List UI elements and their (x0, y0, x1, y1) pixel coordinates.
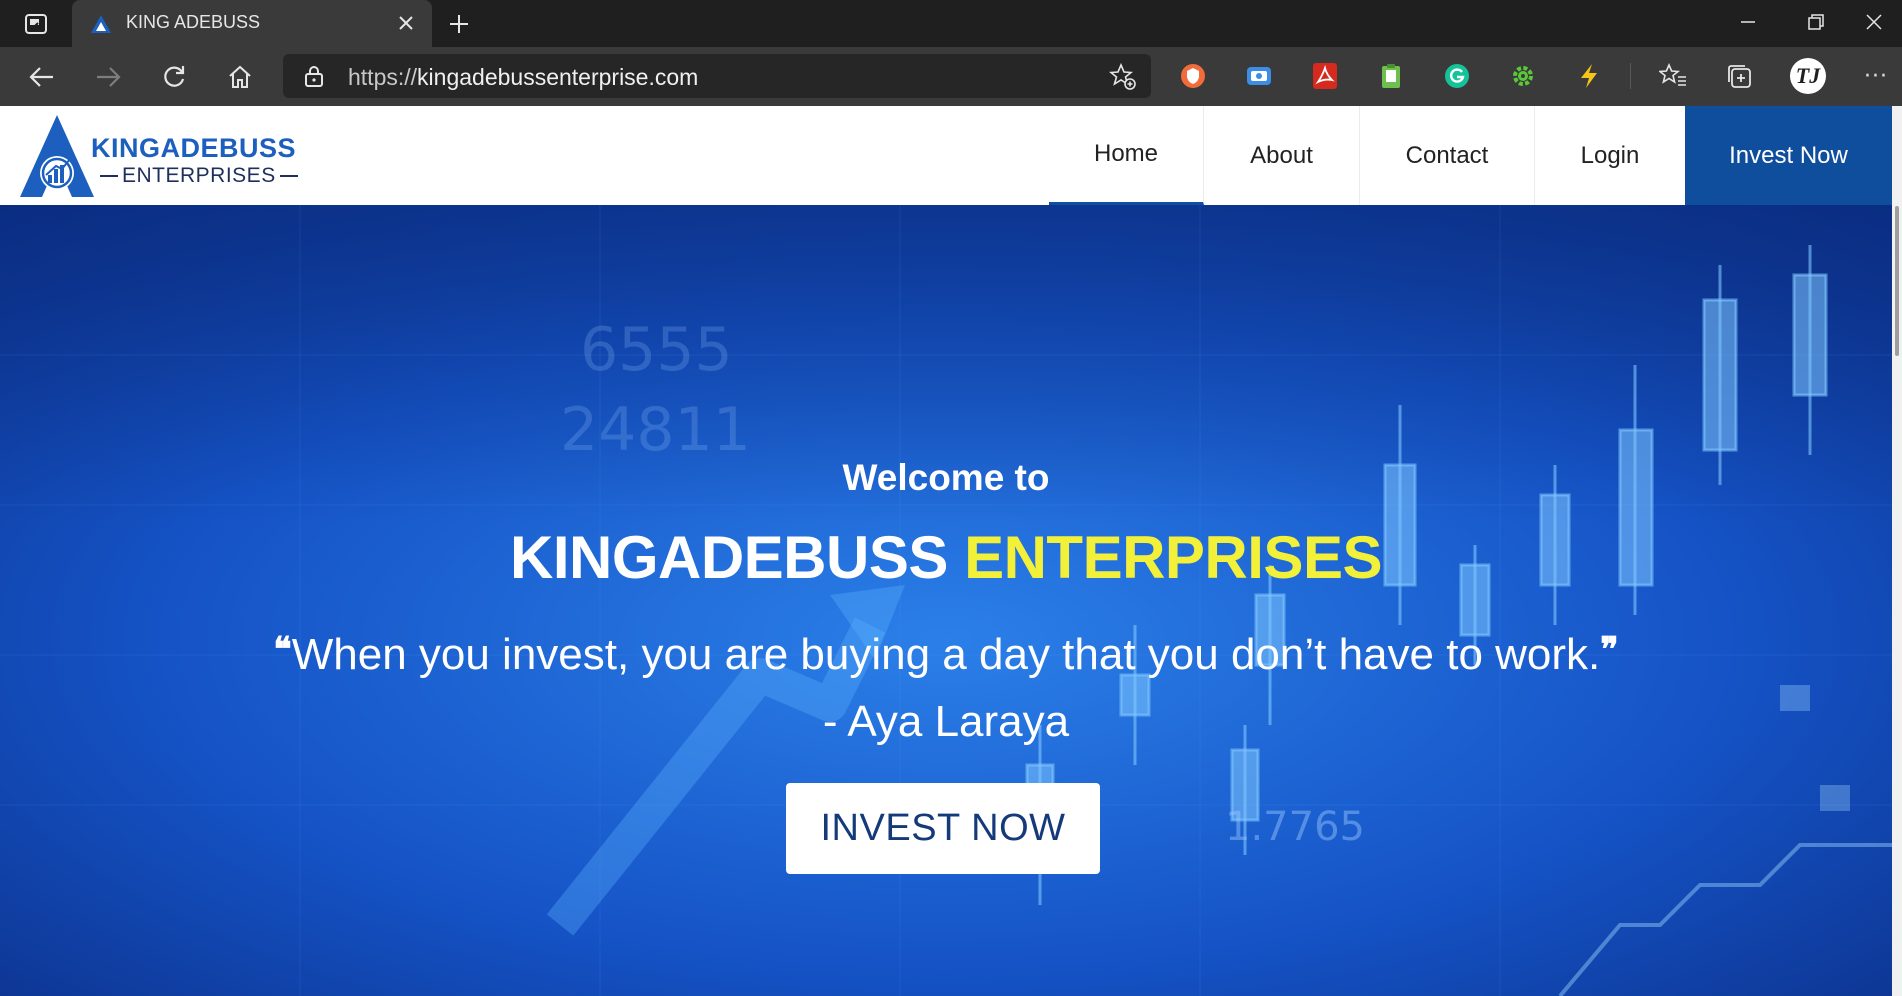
minimize-icon[interactable] (1715, 0, 1781, 44)
lightning-extension-icon[interactable] (1574, 61, 1604, 91)
lock-icon[interactable] (303, 65, 325, 87)
nav-home[interactable]: Home (1049, 106, 1204, 205)
toolbar-divider (1630, 63, 1631, 89)
page-scrollbar[interactable] (1892, 106, 1902, 996)
more-menu-icon[interactable]: ··· (1858, 61, 1894, 91)
arrow-left-icon[interactable] (22, 57, 62, 97)
brand-name: KINGADEBUSS (91, 133, 297, 163)
hero-heading-main: KINGADEBUSS (510, 524, 948, 591)
address-bar[interactable]: https://kingadebussenterprise.com (283, 54, 1151, 98)
close-icon[interactable] (394, 11, 418, 35)
favorites-icon[interactable] (1658, 61, 1688, 91)
tab-title: KING ADEBUSS (126, 12, 261, 32)
profile-avatar[interactable]: TJ (1790, 58, 1826, 94)
home-icon[interactable] (220, 57, 260, 97)
url-protocol: https:// (348, 64, 418, 90)
browser-tab[interactable]: KING ADEBUSS (72, 0, 432, 47)
site-logo-icon (90, 14, 112, 34)
hero-quote-author: - Aya Laraya (822, 697, 1070, 746)
quote-close-icon: ❞ (1600, 630, 1619, 670)
site-logo[interactable]: KINGADEBUSS ENTERPRISES (18, 113, 298, 199)
page-viewport: KINGADEBUSS ENTERPRISES Home About Conta… (0, 106, 1902, 996)
invest-now-nav-button[interactable]: Invest Now (1685, 106, 1892, 205)
screen-capture-extension-icon[interactable] (1244, 61, 1274, 91)
hero-quote-text: When you invest, you are buying a day th… (291, 630, 1601, 679)
hero-welcome: Welcome to (842, 457, 1050, 498)
arrow-right-icon[interactable] (88, 57, 128, 97)
nav-login[interactable]: Login (1535, 106, 1685, 205)
hero-content: Welcome to KINGADEBUSS ENTERPRISES ❝When… (0, 205, 1892, 996)
nav-about[interactable]: About (1204, 106, 1360, 205)
quote-open-icon: ❝ (273, 630, 292, 670)
hero-section: 6555 24811 1.7765 Welcome to KINGADEBUSS… (0, 205, 1892, 996)
hero-heading-accent: ENTERPRISES (964, 524, 1382, 591)
hero-quote: ❝When you invest, you are buying a day t… (0, 630, 1892, 680)
star-add-icon[interactable] (1109, 63, 1137, 91)
brand-tagline: ENTERPRISES (96, 164, 302, 188)
gear-extension-icon[interactable] (1508, 61, 1538, 91)
nav-contact[interactable]: Contact (1360, 106, 1535, 205)
tab-actions-icon[interactable] (18, 10, 54, 38)
collections-icon[interactable] (1724, 61, 1754, 91)
window-close-icon[interactable] (1846, 0, 1902, 44)
logo-mark-icon (20, 115, 94, 197)
shield-extension-icon[interactable] (1178, 61, 1208, 91)
hero-heading: KINGADEBUSS ENTERPRISES (0, 523, 1892, 592)
restore-icon[interactable] (1783, 0, 1849, 44)
grammarly-extension-icon[interactable] (1442, 61, 1472, 91)
invest-now-hero-button[interactable]: INVEST NOW (786, 783, 1100, 874)
url-host: kingadebussenterprise.com (417, 64, 699, 90)
plus-icon[interactable] (443, 8, 475, 40)
refresh-icon[interactable] (154, 57, 194, 97)
pdf-extension-icon[interactable] (1310, 61, 1340, 91)
clipboard-extension-icon[interactable] (1376, 61, 1406, 91)
browser-toolbar: https://kingadebussenterprise.com TJ ··· (0, 47, 1902, 106)
browser-tab-strip: KING ADEBUSS (0, 0, 1902, 47)
scrollbar-thumb[interactable] (1895, 206, 1899, 356)
url-text[interactable]: https://kingadebussenterprise.com (348, 64, 698, 91)
site-header: KINGADEBUSS ENTERPRISES Home About Conta… (0, 106, 1892, 205)
